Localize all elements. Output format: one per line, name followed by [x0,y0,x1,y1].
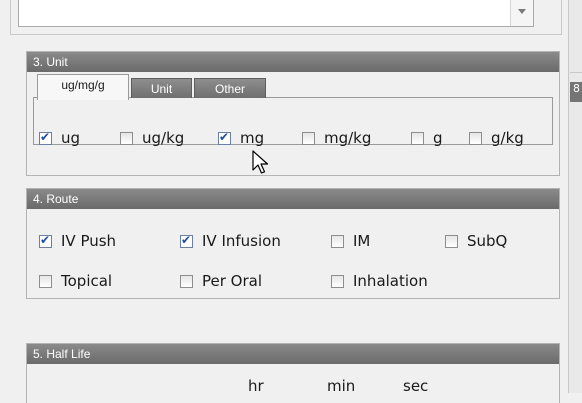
checkbox-g-kg[interactable]: g/kg [469,128,524,148]
checkbox-subq[interactable]: SubQ [445,231,507,251]
checkbox-label: SubQ [467,232,508,250]
checkbox-per-oral[interactable]: Per Oral [180,271,262,291]
halflife-sec-label: sec [403,377,429,395]
checkbox-iv-infusion[interactable]: IV Infusion [180,231,281,251]
checkbox-label: Topical [61,272,113,290]
tab-label: Unit [150,82,173,96]
checkbox-box[interactable] [39,274,52,288]
right-panel-divider [570,72,582,73]
checkbox-box[interactable] [331,274,344,288]
checkbox-label: g [433,129,443,147]
checkbox-inhalation[interactable]: Inhalation [331,271,428,291]
halflife-section-title: 5. Half Life [27,344,559,364]
checkbox-box[interactable] [469,131,482,145]
checkbox-im[interactable]: IM [331,231,370,251]
checkbox-label: IV Push [61,232,117,250]
route-section-title: 4. Route [27,189,559,209]
checkbox-label: Per Oral [202,272,263,290]
unit-section: 3. Unit ug/mg/g Unit Other ug ug/kg mg m… [26,51,560,176]
checkbox-box[interactable] [120,131,133,145]
checkbox-mg-kg[interactable]: mg/kg [302,128,371,148]
right-panel-section-header: 8 [570,82,582,102]
checkmark-icon[interactable] [39,130,52,145]
chevron-down-icon[interactable] [510,0,533,26]
unit-section-title: 3. Unit [27,52,559,72]
checkbox-iv-push[interactable]: IV Push [39,231,116,251]
checkbox-label: IV Infusion [202,232,281,250]
previous-section-dropdown[interactable] [18,0,534,27]
right-panel-section-number: 8 [573,82,580,95]
checkbox-box[interactable] [445,234,458,248]
checkmark-icon[interactable] [180,233,193,248]
checkbox-label: ug [61,129,81,147]
tab-ug-mg-g[interactable]: ug/mg/g [37,74,129,100]
checkmark-icon[interactable] [218,130,231,145]
checkbox-box[interactable] [411,131,424,145]
checkbox-ug-kg[interactable]: ug/kg [120,128,184,148]
checkbox-topical[interactable]: Topical [39,271,112,291]
right-panel-edge [568,0,582,393]
checkbox-label: ug/kg [142,129,185,147]
tab-label: ug/mg/g [61,78,105,92]
checkbox-box[interactable] [180,274,193,288]
tab-other[interactable]: Other [194,78,266,98]
checkbox-box[interactable] [302,131,315,145]
halflife-hr-label: hr [248,377,264,395]
halflife-section: 5. Half Life hr min sec [26,343,560,403]
halflife-min-label: min [327,377,356,395]
tab-unit[interactable]: Unit [131,78,192,98]
checkbox-ug[interactable]: ug [39,128,80,148]
tab-label: Other [214,82,245,96]
mouse-pointer-icon [252,150,269,174]
checkbox-label: IM [353,232,371,250]
checkbox-g[interactable]: g [411,128,443,148]
checkbox-label: g/kg [491,129,524,147]
checkbox-label: mg [240,129,265,147]
checkbox-label: Inhalation [353,272,428,290]
route-section: 4. Route IV Push IV Infusion IM SubQ Top… [26,188,560,299]
checkbox-label: mg/kg [324,129,372,147]
checkmark-icon[interactable] [39,233,52,248]
checkbox-mg[interactable]: mg [218,128,264,148]
checkbox-box[interactable] [331,234,344,248]
